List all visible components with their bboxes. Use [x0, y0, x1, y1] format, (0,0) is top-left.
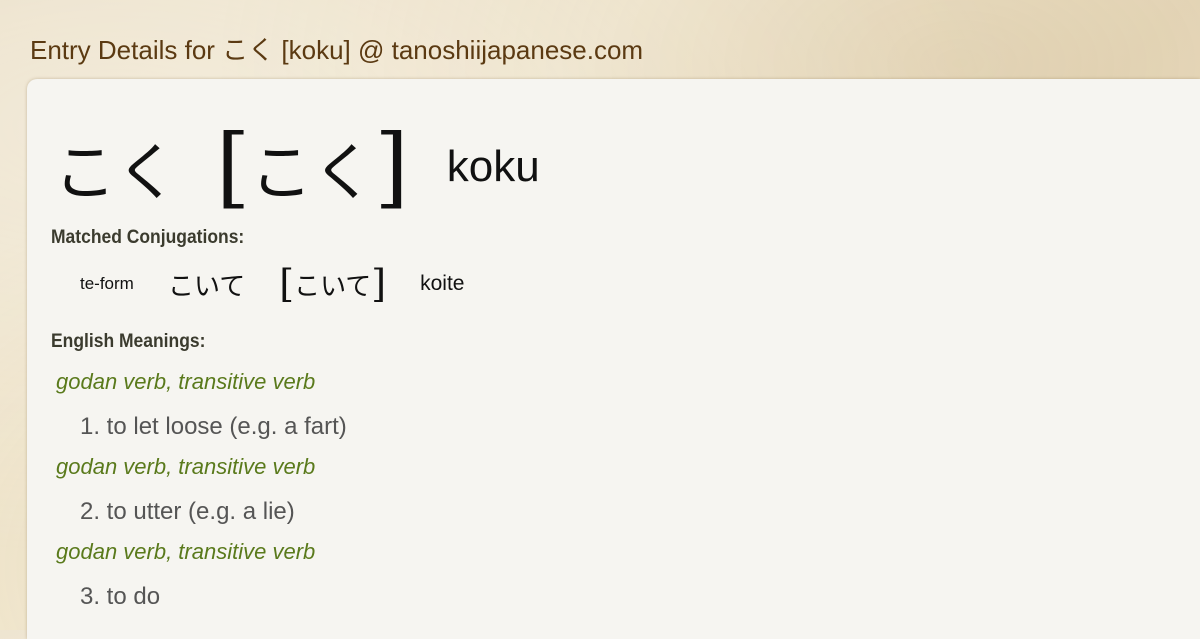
- part-of-speech: godan verb, transitive verb: [56, 539, 316, 564]
- conjugation-romaji: koite: [420, 272, 465, 295]
- meaning-gloss: 3. to do: [80, 583, 161, 610]
- meaning-gloss: 1. to let loose (e.g. a fart): [80, 413, 347, 440]
- conjugation-bracket-close: ]: [371, 262, 387, 306]
- headword: こく [ こく ] koku: [54, 117, 540, 217]
- part-of-speech: godan verb, transitive verb: [56, 369, 316, 394]
- reading-bracket-open: [: [216, 115, 251, 218]
- meaning-gloss: 2. to utter (e.g. a lie): [80, 498, 295, 525]
- part-of-speech: godan verb, transitive verb: [56, 454, 316, 479]
- meaning-item: godan verb, transitive verb 1. to let lo…: [56, 369, 347, 441]
- conjugation-reading: こいて: [294, 271, 372, 302]
- conjugations-heading: Matched Conjugations:: [51, 227, 245, 248]
- headword-kana: こく: [54, 136, 179, 209]
- meaning-item: godan verb, transitive verb 3. to do: [56, 539, 315, 611]
- conjugation-row: te-form こいて [ こいて ] koite: [80, 262, 464, 306]
- headword-reading: こく: [250, 136, 375, 209]
- headword-romaji: koku: [446, 142, 540, 191]
- conjugation-kana: こいて: [168, 271, 246, 302]
- meaning-item: godan verb, transitive verb 2. to utter …: [56, 454, 315, 526]
- entry-card: こく [ こく ] koku Matched Conjugations: te-…: [27, 79, 1200, 639]
- reading-bracket-close: ]: [374, 115, 409, 218]
- conjugation-bracket-open: [: [279, 262, 295, 306]
- meanings-heading: English Meanings:: [51, 331, 206, 352]
- page-title: Entry Details for こく [koku] @ tanoshiija…: [30, 35, 644, 65]
- conjugation-type: te-form: [80, 274, 134, 293]
